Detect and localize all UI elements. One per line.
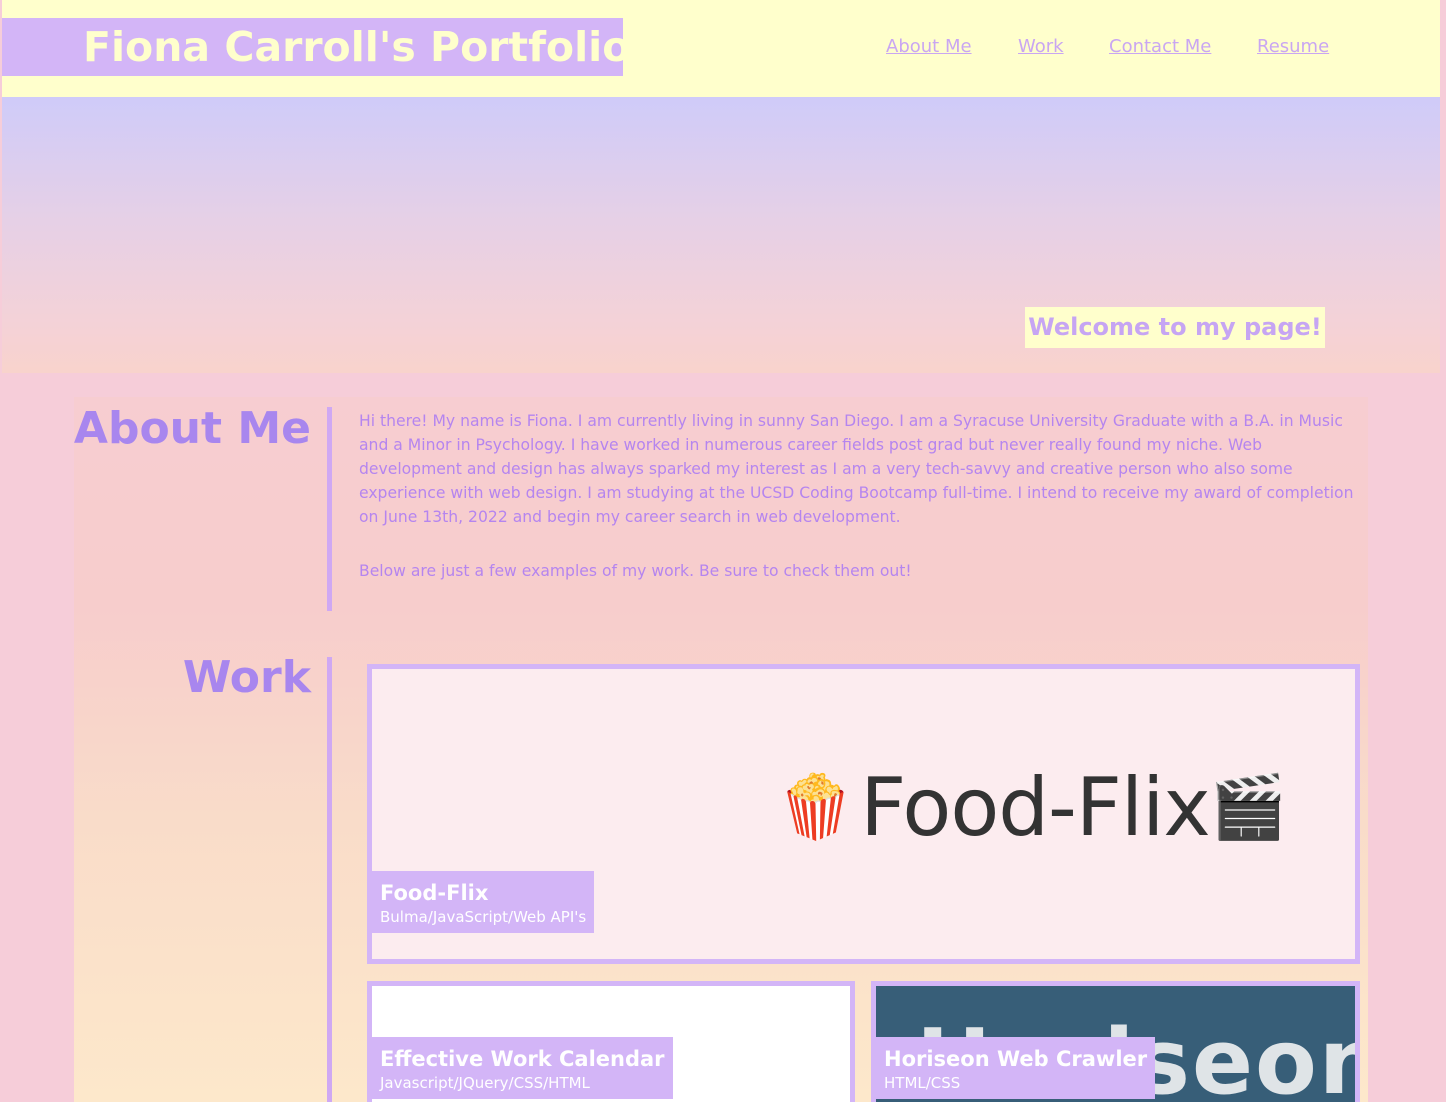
project-card-food-flix[interactable]: 🍿 Food-Flix 🎬 Food-Flix Bulma/JavaScript… bbox=[367, 664, 1360, 964]
main-content: About Me Hi there! My name is Fiona. I a… bbox=[74, 397, 1368, 1102]
nav-link-resume[interactable]: Resume bbox=[1257, 36, 1329, 57]
nav-link-contact-me[interactable]: Contact Me bbox=[1109, 36, 1211, 57]
work-heading: Work bbox=[182, 652, 311, 703]
hero-banner: Welcome to my page! bbox=[2, 97, 1440, 373]
site-header: Fiona Carroll's Portfolio About Me Work … bbox=[2, 0, 1440, 97]
project-label: Effective Work Calendar Javascript/JQuer… bbox=[372, 1037, 673, 1099]
about-divider bbox=[327, 407, 332, 611]
food-flix-logo-text: Food-Flix bbox=[860, 760, 1211, 854]
project-card-work-calendar[interactable]: Effective Work Calendar Javascript/JQuer… bbox=[367, 981, 855, 1102]
nav-link-about-me[interactable]: About Me bbox=[886, 36, 972, 57]
project-label: Food-Flix Bulma/JavaScript/Web API's bbox=[372, 871, 595, 933]
project-card-horiseon[interactable]: Horiseon Horiseon Web Crawler HTML/CSS bbox=[871, 981, 1360, 1102]
project-tech: Bulma/JavaScript/Web API's bbox=[380, 908, 587, 926]
popcorn-icon: 🍿 bbox=[777, 770, 855, 843]
project-tech: HTML/CSS bbox=[884, 1074, 961, 1092]
nav-link-work[interactable]: Work bbox=[1018, 36, 1064, 57]
work-divider bbox=[327, 657, 332, 1102]
project-title: Food-Flix bbox=[380, 881, 489, 905]
welcome-banner: Welcome to my page! bbox=[1025, 307, 1325, 348]
about-text: Hi there! My name is Fiona. I am current… bbox=[359, 409, 1354, 583]
project-label: Horiseon Web Crawler HTML/CSS bbox=[876, 1037, 1156, 1099]
project-title: Effective Work Calendar bbox=[380, 1047, 665, 1071]
main-nav: About Me Work Contact Me Resume bbox=[2, 36, 1440, 62]
about-heading: About Me bbox=[73, 403, 311, 454]
project-title: Horiseon Web Crawler bbox=[884, 1047, 1148, 1071]
food-flix-logo: 🍿 Food-Flix 🎬 bbox=[777, 757, 1287, 857]
about-paragraph: Hi there! My name is Fiona. I am current… bbox=[359, 412, 1354, 526]
project-tech: Javascript/JQuery/CSS/HTML bbox=[380, 1074, 590, 1092]
clapperboard-icon: 🎬 bbox=[1209, 770, 1287, 843]
about-paragraph: Below are just a few examples of my work… bbox=[359, 562, 912, 580]
